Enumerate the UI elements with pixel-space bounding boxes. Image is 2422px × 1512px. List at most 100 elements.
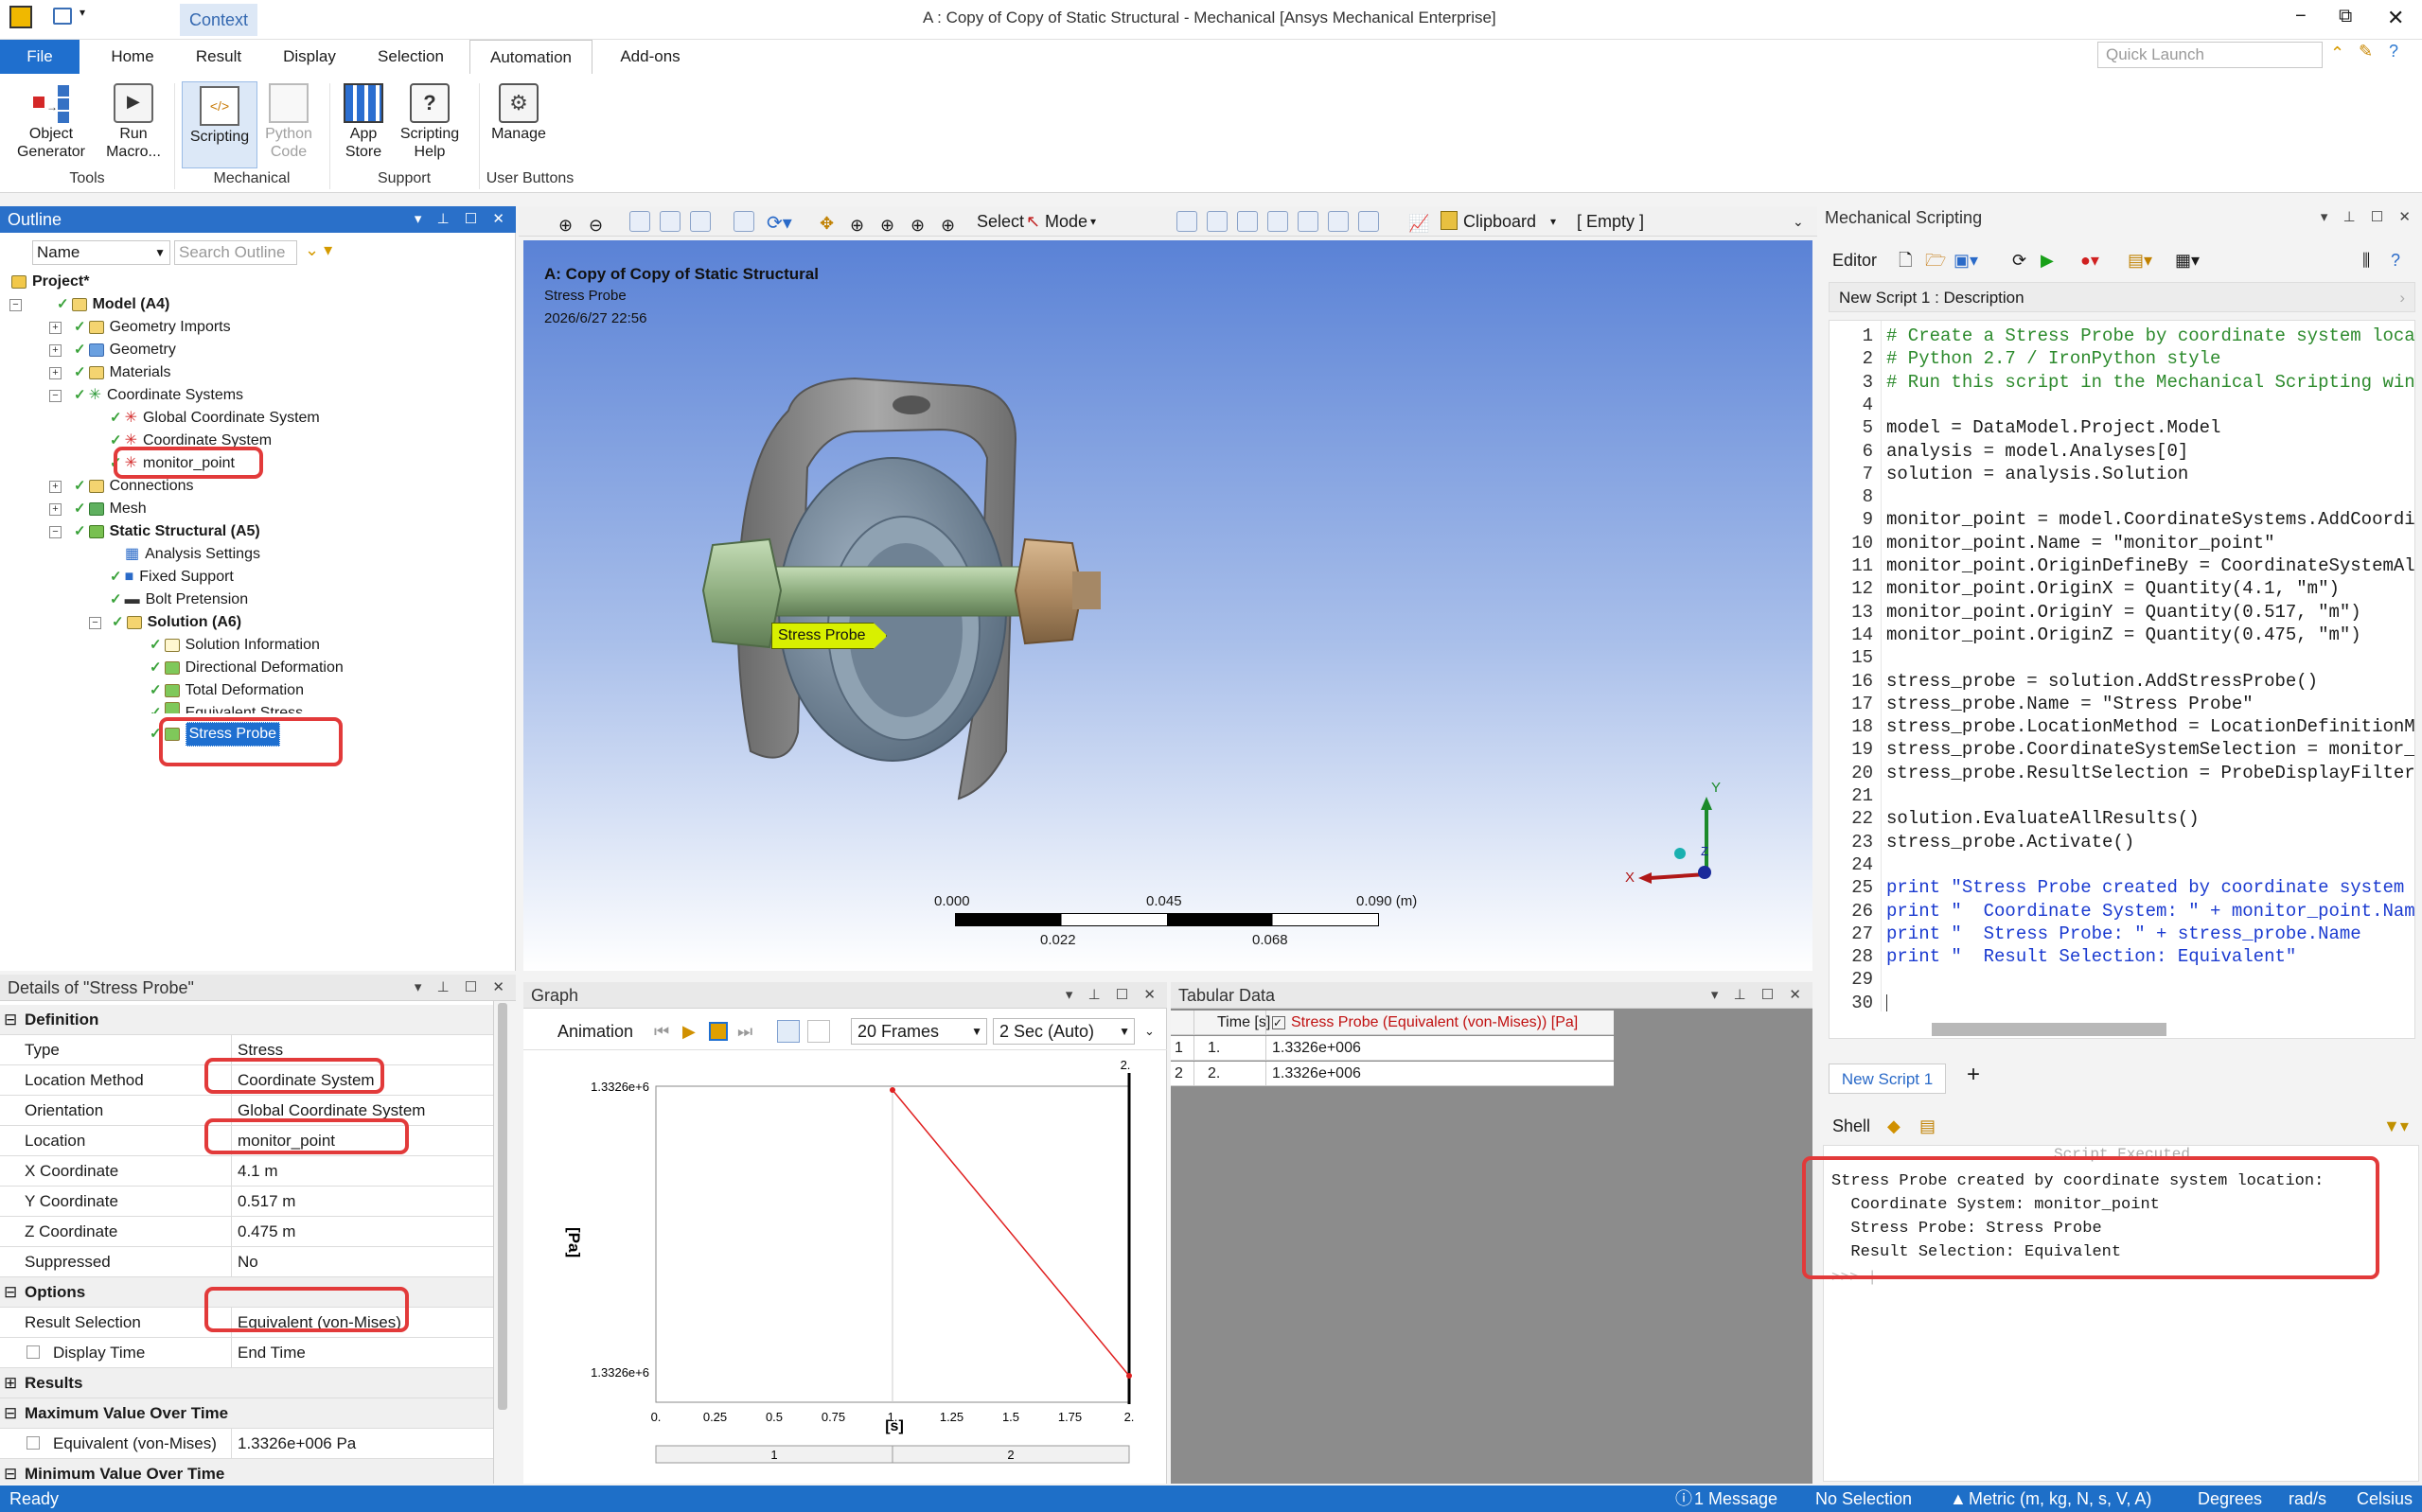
tab-selection[interactable]: Selection: [363, 40, 458, 74]
code-editor[interactable]: 1 # Create a Stress Probe by coordinate s…: [1829, 320, 2415, 1039]
tree-mesh[interactable]: ✓ Mesh: [74, 498, 147, 520]
toolbar-overflow-icon[interactable]: ⌄: [1793, 206, 1804, 237]
graph-overflow-icon[interactable]: ⌄: [1144, 1012, 1155, 1050]
rotate-icon[interactable]: ⟳▾: [767, 208, 792, 238]
detail-x-coordinate[interactable]: X Coordinate 4.1 m: [0, 1156, 493, 1187]
section-min-over-time[interactable]: ⊟ Minimum Value Over Time: [0, 1459, 493, 1484]
graphics-viewport[interactable]: A: Copy of Copy of Static Structural Str…: [523, 240, 1812, 971]
last-frame-icon[interactable]: ⏭: [737, 1012, 752, 1050]
select-mesh-icon[interactable]: [1358, 211, 1379, 232]
status-rot[interactable]: rad/s: [2289, 1486, 2326, 1512]
scripting-button[interactable]: </> Scripting: [182, 81, 257, 168]
outline-search-input[interactable]: Search Outline: [174, 240, 297, 265]
detail-z-coordinate[interactable]: Z Coordinate 0.475 m: [0, 1217, 493, 1247]
tree-geometry[interactable]: ✓ Geometry: [74, 339, 176, 361]
status-angle[interactable]: Degrees: [2198, 1486, 2262, 1512]
open-script-icon[interactable]: 🗁: [1925, 244, 1946, 276]
app-store-button[interactable]: App Store: [337, 83, 390, 161]
tab-file[interactable]: File: [0, 40, 80, 74]
script-description[interactable]: New Script 1 : Description ›: [1829, 282, 2415, 312]
zoom-in-icon[interactable]: ⊕: [558, 210, 573, 240]
detail-eq-max[interactable]: Equivalent (von-Mises) 1.3326e+006 Pa: [0, 1429, 493, 1459]
zoom-to-fit-icon[interactable]: ⊕: [880, 210, 894, 240]
quick-access-dropdown-icon[interactable]: ▾: [80, 6, 85, 19]
close-button[interactable]: ✕: [2387, 6, 2404, 30]
result-sets-icon[interactable]: [807, 1020, 830, 1043]
select-element-icon[interactable]: [1328, 211, 1349, 232]
scripting-help-icon[interactable]: ?: [2391, 244, 2400, 276]
tree-equivalent-stress[interactable]: ✓ Equivalent Stress: [150, 702, 303, 713]
tab-home[interactable]: Home: [95, 40, 170, 74]
tab-result[interactable]: Result: [182, 40, 256, 74]
scripting-pane-controls[interactable]: ▾ ⊥ ☐ ✕: [2321, 204, 2416, 231]
tree-geometry-imports[interactable]: ✓ Geometry Imports: [74, 316, 231, 339]
tree-global-cs[interactable]: ✓ ✳ Global Coordinate System: [110, 407, 320, 430]
select-body-icon[interactable]: [1267, 211, 1288, 232]
mode-dropdown[interactable]: Mode: [1045, 206, 1087, 237]
box-zoom-icon[interactable]: [734, 211, 754, 232]
clipboard-chevron-icon[interactable]: ▾: [1550, 206, 1556, 237]
zoom-icon[interactable]: ⊕: [850, 210, 864, 240]
details-pane-controls[interactable]: ▾ ⊥ ☐ ✕: [415, 975, 510, 1001]
view-iso-icon[interactable]: [660, 211, 681, 232]
object-generator-button[interactable]: → Object Generator: [8, 83, 95, 161]
detail-y-coordinate[interactable]: Y Coordinate 0.517 m: [0, 1187, 493, 1217]
debug-icon[interactable]: ▦▾: [2175, 244, 2200, 276]
run-selection-icon[interactable]: ⟳: [2012, 244, 2026, 276]
outline-pane-controls[interactable]: ▾ ⊥ ☐ ✕: [415, 206, 510, 233]
view-fit-icon[interactable]: [690, 211, 711, 232]
run-script-icon[interactable]: ▶: [2041, 244, 2054, 276]
eq-max-checkbox[interactable]: [27, 1436, 40, 1450]
status-temp[interactable]: Celsius: [2357, 1486, 2413, 1512]
clipboard-icon[interactable]: [1441, 211, 1458, 230]
tree-model[interactable]: ✓ Model (A4): [57, 293, 169, 316]
python-code-button[interactable]: Python Code: [261, 83, 316, 161]
select-node-icon[interactable]: [1298, 211, 1318, 232]
distributed-icon[interactable]: [777, 1020, 800, 1043]
table-row[interactable]: 1 1. 1.3326e+006: [1171, 1036, 1614, 1061]
model-geometry[interactable]: [694, 373, 1224, 827]
snippets-icon[interactable]: ▤▾: [2128, 244, 2152, 276]
table-row[interactable]: 2 2. 1.3326e+006: [1171, 1062, 1614, 1086]
add-script-tab-button[interactable]: +: [1967, 1062, 1980, 1088]
tab-automation[interactable]: Automation: [469, 40, 592, 74]
filter-options-icon[interactable]: ⌄ ▾: [305, 240, 332, 260]
stop-icon[interactable]: [709, 1022, 728, 1041]
mode-cursor-icon[interactable]: ↖: [1026, 206, 1040, 237]
manage-button[interactable]: ⚙ Manage: [483, 83, 555, 143]
record-icon[interactable]: ●▾: [2080, 244, 2099, 276]
section-results[interactable]: ⊞ Results: [0, 1368, 493, 1398]
tree-coordinate-systems[interactable]: ✓ ✳ Coordinate Systems: [74, 384, 243, 407]
tree-static-structural[interactable]: ✓ Static Structural (A5): [74, 520, 260, 543]
tree-solution-information[interactable]: ✓ Solution Information: [150, 634, 320, 657]
filter-icon[interactable]: ▼▾: [2383, 1109, 2409, 1143]
tree-bolt-pretension[interactable]: ✓ ▬ Bolt Pretension: [110, 589, 248, 611]
tree-directional-deformation[interactable]: ✓ Directional Deformation: [150, 657, 344, 679]
display-time-checkbox[interactable]: [27, 1345, 40, 1359]
status-messages[interactable]: 1 Message: [1694, 1486, 1777, 1512]
play-icon[interactable]: ▶: [682, 1012, 696, 1050]
select-label[interactable]: Select: [977, 206, 1024, 237]
select-face-icon[interactable]: [1237, 211, 1258, 232]
frames-dropdown[interactable]: 20 Frames ▼: [851, 1018, 987, 1045]
copy-shell-icon[interactable]: ▤: [1919, 1109, 1936, 1143]
select-vertex-icon[interactable]: [1176, 211, 1197, 232]
restore-button[interactable]: ⧉: [2339, 6, 2352, 27]
detail-suppressed[interactable]: Suppressed No: [0, 1247, 493, 1277]
tree-solution[interactable]: ✓ Solution (A6): [112, 611, 241, 634]
section-max-over-time[interactable]: ⊟ Maximum Value Over Time: [0, 1398, 493, 1429]
view-solid-icon[interactable]: [629, 211, 650, 232]
quick-launch-input[interactable]: Quick Launch: [2097, 42, 2323, 68]
series-checkbox[interactable]: ✓: [1272, 1015, 1285, 1029]
mode-chevron-icon[interactable]: ▾: [1090, 206, 1096, 237]
tab-display[interactable]: Display: [269, 40, 350, 74]
probe-label[interactable]: Stress Probe: [771, 623, 888, 649]
tree-fixed-support[interactable]: ✓ ■ Fixed Support: [110, 566, 234, 589]
feedback-icon[interactable]: ✎: [2359, 42, 2373, 62]
save-script-icon[interactable]: ▣▾: [1954, 244, 1978, 276]
clipboard-label[interactable]: Clipboard: [1463, 206, 1536, 237]
tabular-col-stress[interactable]: ✓ Stress Probe (Equivalent (von-Mises)) […: [1265, 1011, 1614, 1035]
clear-shell-icon[interactable]: ◆: [1887, 1109, 1900, 1143]
editor-hscrollbar[interactable]: [1932, 1023, 2166, 1036]
first-frame-icon[interactable]: ⏮: [654, 1012, 669, 1050]
